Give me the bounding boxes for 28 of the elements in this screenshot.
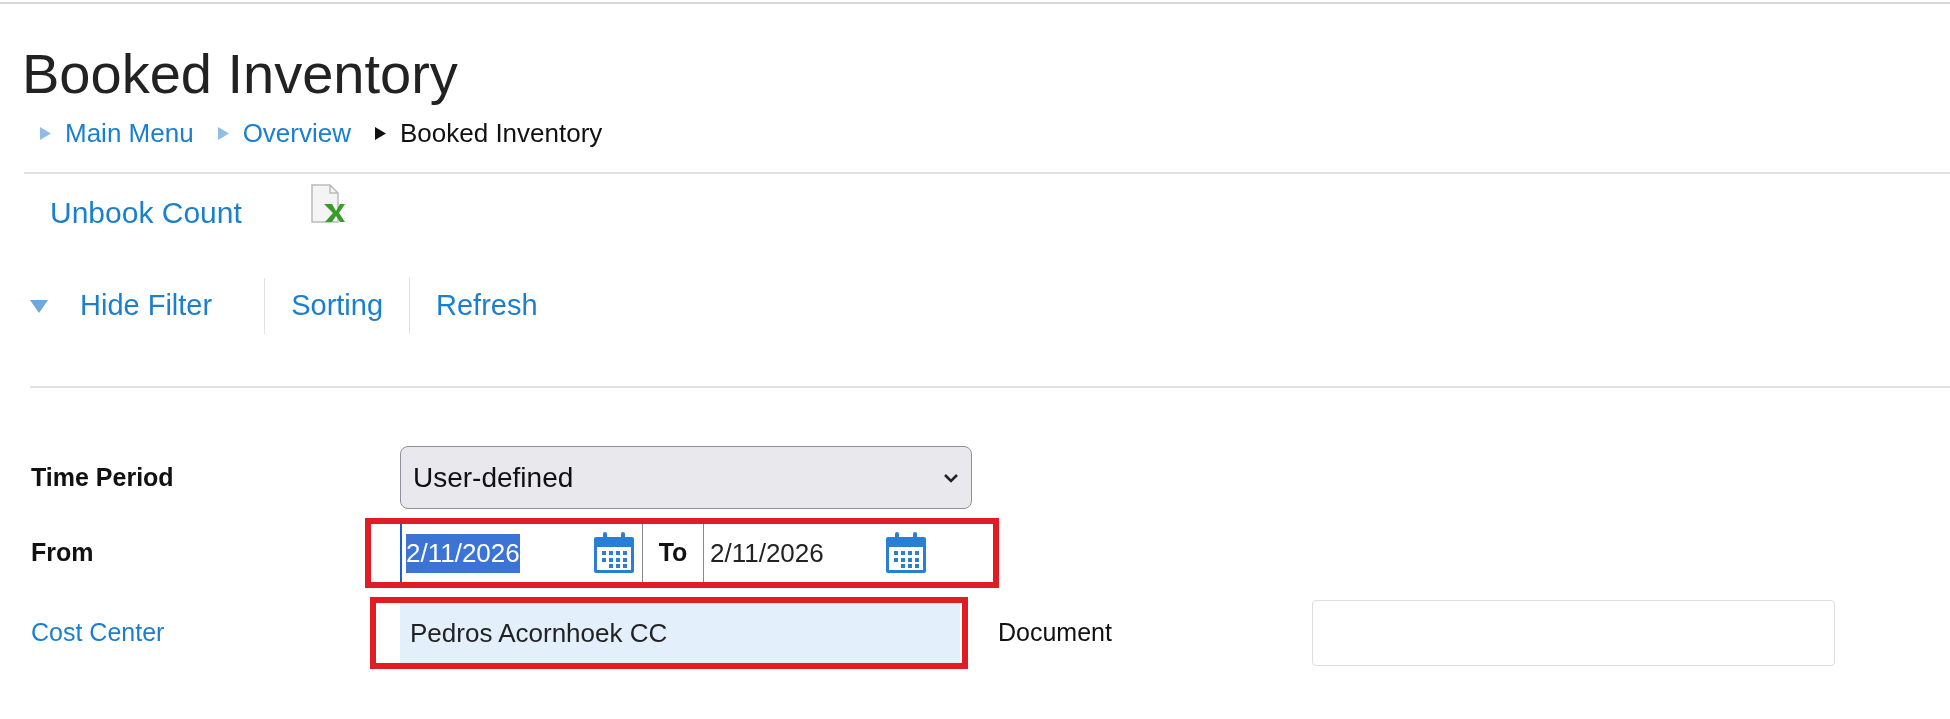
calendar-icon[interactable] — [592, 531, 636, 575]
triangle-icon — [40, 126, 51, 140]
date-input[interactable]: 2/11/2026 — [704, 524, 884, 582]
spreadsheet-export-icon[interactable] — [309, 184, 346, 224]
time-period-select[interactable]: User-defined — [400, 446, 972, 509]
field-label: Time Period — [31, 461, 175, 493]
chevron-down-icon — [943, 472, 959, 483]
document-field[interactable] — [1312, 600, 1835, 666]
breadcrumb-link[interactable]: Main Menu — [65, 113, 194, 153]
breadcrumb-link[interactable]: Overview — [242, 113, 351, 153]
breadcrumb-current: Booked Inventory — [400, 116, 603, 150]
toolbar-link[interactable]: Refresh — [436, 284, 538, 328]
hide-filter-link[interactable]: Hide Filter — [80, 284, 213, 328]
field-label: To — [642, 524, 704, 582]
date-value: 2/11/2026 — [710, 536, 824, 570]
field-label: From — [31, 537, 95, 569]
toolbar-link[interactable]: Sorting — [291, 284, 384, 328]
date-value: 2/11/2026 — [406, 533, 520, 573]
calendar-icon[interactable] — [884, 531, 928, 575]
date-input[interactable]: 2/11/2026 — [400, 524, 592, 582]
cost-center-field[interactable]: Pedros Acornhoek CC — [400, 603, 960, 663]
cost-center-link[interactable]: Cost Center — [31, 614, 370, 652]
triangle-icon — [375, 126, 386, 140]
triangle-icon — [217, 126, 229, 140]
field-label: Document — [998, 617, 1113, 649]
page-title: Booked Inventory — [22, 42, 458, 105]
unbook-count-link[interactable]: Unbook Count — [50, 189, 242, 235]
caret-down-icon[interactable] — [30, 299, 48, 313]
